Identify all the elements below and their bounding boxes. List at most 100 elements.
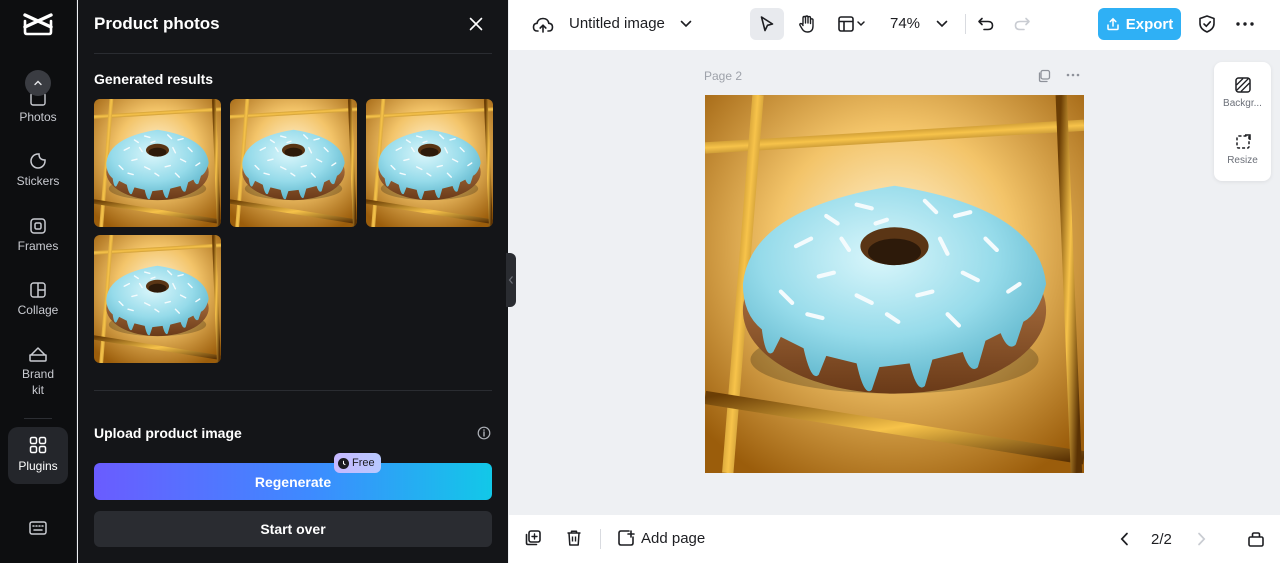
redo-button[interactable] <box>1010 12 1034 36</box>
page-label: Page 2 <box>704 69 743 83</box>
side-tools-panel: Backgr... Resize <box>1214 62 1271 181</box>
rail-item-label: Frames <box>17 239 59 253</box>
previous-page-button[interactable] <box>1114 529 1134 549</box>
rail-item-label: Photos <box>19 110 57 124</box>
undo-button[interactable] <box>974 12 998 36</box>
copy-page-button[interactable] <box>522 527 544 549</box>
chevron-left-icon <box>508 276 513 284</box>
panel-collapse-handle[interactable] <box>506 253 516 307</box>
rail-collapse-button[interactable] <box>25 70 51 96</box>
start-over-button[interactable]: Start over <box>94 511 492 547</box>
document-title[interactable]: Untitled image <box>569 15 665 32</box>
capcut-logo-icon[interactable] <box>22 10 54 38</box>
pages-overview-button[interactable] <box>1245 528 1267 550</box>
donut-image <box>705 95 1084 473</box>
regenerate-button[interactable]: Regenerate <box>94 463 492 500</box>
export-label: Export <box>1125 15 1174 33</box>
info-icon[interactable] <box>477 426 491 440</box>
page-more-icon[interactable] <box>1064 68 1082 82</box>
resize-tool-button[interactable]: Resize <box>1214 133 1271 166</box>
plugins-grid-icon <box>29 436 47 454</box>
keyboard-icon <box>29 521 47 535</box>
bottom-bar: Add page 2/2 <box>509 515 1280 563</box>
background-icon <box>1234 77 1251 93</box>
top-toolbar: Untitled image 74% Export <box>509 0 1280 50</box>
add-page-button[interactable]: Add page <box>617 529 705 547</box>
next-page-button[interactable] <box>1191 529 1211 549</box>
brand-kit-icon <box>29 347 47 362</box>
hand-icon <box>799 15 814 33</box>
rail-divider <box>24 418 52 419</box>
zoom-level[interactable]: 74% <box>890 15 920 32</box>
redo-icon <box>1014 17 1030 31</box>
undo-icon <box>978 17 994 31</box>
layers-icon <box>1248 532 1264 547</box>
trash-icon <box>567 530 581 546</box>
toolbar-divider <box>965 14 966 34</box>
more-options-button[interactable] <box>1233 12 1257 36</box>
close-panel-button[interactable] <box>466 14 486 34</box>
panel-divider <box>94 390 492 391</box>
resize-icon <box>1235 134 1251 149</box>
collage-icon <box>30 282 46 298</box>
keyboard-shortcuts-button[interactable] <box>8 520 68 539</box>
generated-results-title: Generated results <box>94 71 214 87</box>
layout-tool-button[interactable] <box>831 8 873 40</box>
shield-icon <box>1199 15 1215 33</box>
sticker-icon <box>30 153 46 169</box>
panel-title: Product photos <box>94 14 220 33</box>
export-button[interactable]: Export <box>1098 8 1181 40</box>
select-tool-button[interactable] <box>750 8 784 40</box>
donut-image <box>94 99 221 227</box>
result-thumbnail-4[interactable] <box>94 235 221 363</box>
chevron-right-icon <box>1197 532 1205 546</box>
background-tool-label: Backgr... <box>1223 98 1262 109</box>
copy-icon <box>525 530 541 546</box>
rail-item-label: Stickers <box>16 174 60 188</box>
layout-icon <box>838 16 865 32</box>
left-rail: Photos Stickers Frames Collage Brand kit… <box>0 0 77 563</box>
canvas-image[interactable] <box>705 95 1084 473</box>
hand-tool-button[interactable] <box>790 8 824 40</box>
donut-image <box>94 235 221 363</box>
zoom-chevron-down-icon[interactable] <box>933 15 951 33</box>
product-photos-panel: Product photos Generated results Upload … <box>78 0 508 563</box>
free-badge-label: Free <box>352 457 375 469</box>
clock-icon <box>338 457 349 469</box>
chevron-down-icon[interactable] <box>677 15 695 33</box>
result-thumbnail-1[interactable] <box>94 99 221 227</box>
close-icon <box>469 17 483 31</box>
free-badge: Free <box>334 453 381 473</box>
resize-tool-label: Resize <box>1227 155 1258 166</box>
pointer-icon <box>760 16 774 32</box>
rail-item-collage[interactable]: Collage <box>8 281 68 318</box>
result-thumbnail-3[interactable] <box>366 99 493 227</box>
chevron-up-icon <box>34 80 42 86</box>
panel-divider <box>94 53 492 54</box>
result-thumbnail-2[interactable] <box>230 99 357 227</box>
export-icon <box>1106 17 1119 31</box>
duplicate-page-icon[interactable] <box>1036 68 1052 84</box>
delete-page-button[interactable] <box>563 527 585 549</box>
cloud-sync-icon[interactable] <box>531 13 555 37</box>
rail-item-label: Plugins <box>18 459 58 473</box>
add-page-icon <box>618 530 635 546</box>
bottombar-divider <box>600 529 601 549</box>
rail-item-label: Brand kit <box>21 367 55 397</box>
donut-image <box>366 99 493 227</box>
upload-product-image-title: Upload product image <box>94 425 242 441</box>
rail-item-photos[interactable]: Photos <box>8 92 68 125</box>
frame-icon <box>30 218 46 234</box>
shield-check-button[interactable] <box>1195 12 1219 36</box>
rail-item-stickers[interactable]: Stickers <box>8 152 68 189</box>
add-page-label: Add page <box>641 529 706 547</box>
more-horizontal-icon <box>1236 22 1254 26</box>
donut-image <box>230 99 357 227</box>
rail-item-label: Collage <box>17 303 59 317</box>
rail-item-brand-kit[interactable]: Brand kit <box>8 345 68 398</box>
rail-item-plugins[interactable]: Plugins <box>8 427 68 484</box>
page-counter: 2/2 <box>1151 531 1172 548</box>
rail-item-frames[interactable]: Frames <box>8 217 68 254</box>
background-tool-button[interactable]: Backgr... <box>1214 76 1271 109</box>
chevron-left-icon <box>1120 532 1128 546</box>
